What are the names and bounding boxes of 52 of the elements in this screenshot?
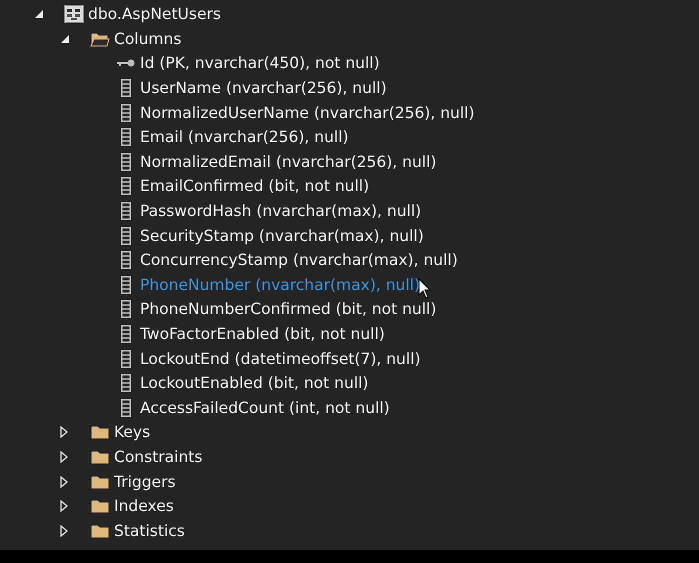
tree-item[interactable]: Statistics [114,522,185,540]
tree-item[interactable]: LockoutEnabled (bit, not null) [140,374,368,392]
folder-icon [90,474,110,490]
collapsed-arrow-icon[interactable] [60,524,68,537]
column-icon [121,104,131,122]
tree-item[interactable]: Keys [114,423,150,442]
column-icon [121,374,131,392]
key-icon [117,59,135,68]
folder-icon [90,424,110,440]
mouse-cursor-icon [418,278,432,300]
expanded-arrow-icon[interactable] [34,9,44,20]
tree-item[interactable]: PhoneNumberConfirmed (bit, not null) [140,300,436,318]
tree-item[interactable]: Columns [114,30,182,48]
column-icon [121,251,131,270]
folder-icon [90,448,110,465]
tree-item[interactable]: TwoFactorEnabled (bit, not null) [140,325,385,344]
collapsed-arrow-icon[interactable] [60,476,68,488]
column-icon [121,177,131,196]
collapsed-arrow-icon[interactable] [60,426,68,438]
column-icon [121,398,131,417]
collapsed-arrow-icon[interactable] [60,500,68,512]
tree-item[interactable]: Indexes [114,497,174,516]
column-icon [121,128,131,146]
tree-item[interactable]: PasswordHash (nvarchar(max), null) [140,202,422,220]
tree-item[interactable]: Constraints [114,448,202,466]
column-icon [121,325,131,344]
tree-item[interactable]: Id (PK, nvarchar(450), not null) [140,54,380,72]
folder-icon [90,498,110,514]
tree-item[interactable]: NormalizedUserName (nvarchar(256), null) [140,104,475,122]
folder-icon [90,522,110,539]
column-icon [121,79,131,98]
collapsed-arrow-icon[interactable] [60,450,68,463]
tree-item[interactable]: NormalizedEmail (nvarchar(256), null) [140,152,436,171]
tree-item[interactable]: UserName (nvarchar(256), null) [140,79,387,98]
tree-item[interactable]: AccessFailedCount (int, not null) [140,398,390,417]
tree-item[interactable]: ConcurrencyStamp (nvarchar(max), null) [140,251,458,270]
column-icon [121,300,131,318]
tree-item[interactable]: SecurityStamp (nvarchar(max), null) [140,226,424,245]
column-icon [121,276,131,294]
column-icon [121,202,131,220]
expanded-arrow-icon[interactable] [60,34,70,44]
tree-item[interactable]: dbo.AspNetUsers [88,5,221,24]
column-icon [121,350,131,368]
column-icon [121,152,131,171]
table-icon [64,5,84,24]
tree-item[interactable]: LockoutEnd (datetimeoffset(7), null) [140,350,421,368]
tree-item[interactable]: EmailConfirmed (bit, not null) [140,177,370,196]
tree-item[interactable]: PhoneNumber (nvarchar(max), null) [140,276,420,294]
column-icon [121,226,131,245]
tree-item[interactable]: Triggers [114,472,176,491]
folder-icon [90,30,110,47]
tree-item[interactable]: Email (nvarchar(256), null) [140,128,349,146]
